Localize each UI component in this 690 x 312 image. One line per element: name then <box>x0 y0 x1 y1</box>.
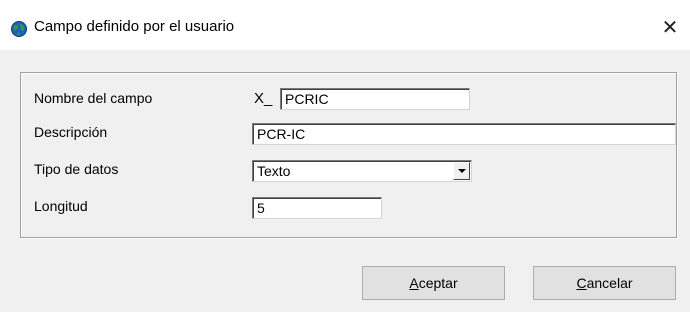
window-title: Campo definido por el usuario <box>34 18 235 35</box>
data-type-value: Texto <box>257 163 291 179</box>
close-icon[interactable]: ✕ <box>650 12 690 42</box>
field-name-input[interactable]: PCRIC <box>280 88 470 110</box>
accept-button[interactable]: Aceptar <box>362 266 505 300</box>
length-label: Longitud <box>34 198 88 214</box>
globe-icon <box>11 21 27 37</box>
accept-mnemonic: A <box>409 275 419 291</box>
title-bar: Campo definido por el usuario ✕ <box>0 0 690 50</box>
description-input[interactable]: PCR-IC <box>252 123 676 145</box>
description-label: Descripción <box>34 124 108 140</box>
data-type-label: Tipo de datos <box>34 161 119 177</box>
accept-label: ceptar <box>418 275 458 291</box>
cancel-label: ancelar <box>586 275 633 291</box>
data-type-select[interactable]: Texto <box>252 160 472 182</box>
length-input[interactable]: 5 <box>252 197 382 219</box>
field-name-prefix: X_ <box>254 90 273 107</box>
cancel-mnemonic: C <box>576 275 587 291</box>
cancel-button[interactable]: Cancelar <box>533 266 676 300</box>
chevron-down-icon[interactable] <box>453 162 470 180</box>
field-name-label: Nombre del campo <box>34 90 153 106</box>
dialog-body: Nombre del campo X_ PCRIC Descripción PC… <box>0 50 690 312</box>
